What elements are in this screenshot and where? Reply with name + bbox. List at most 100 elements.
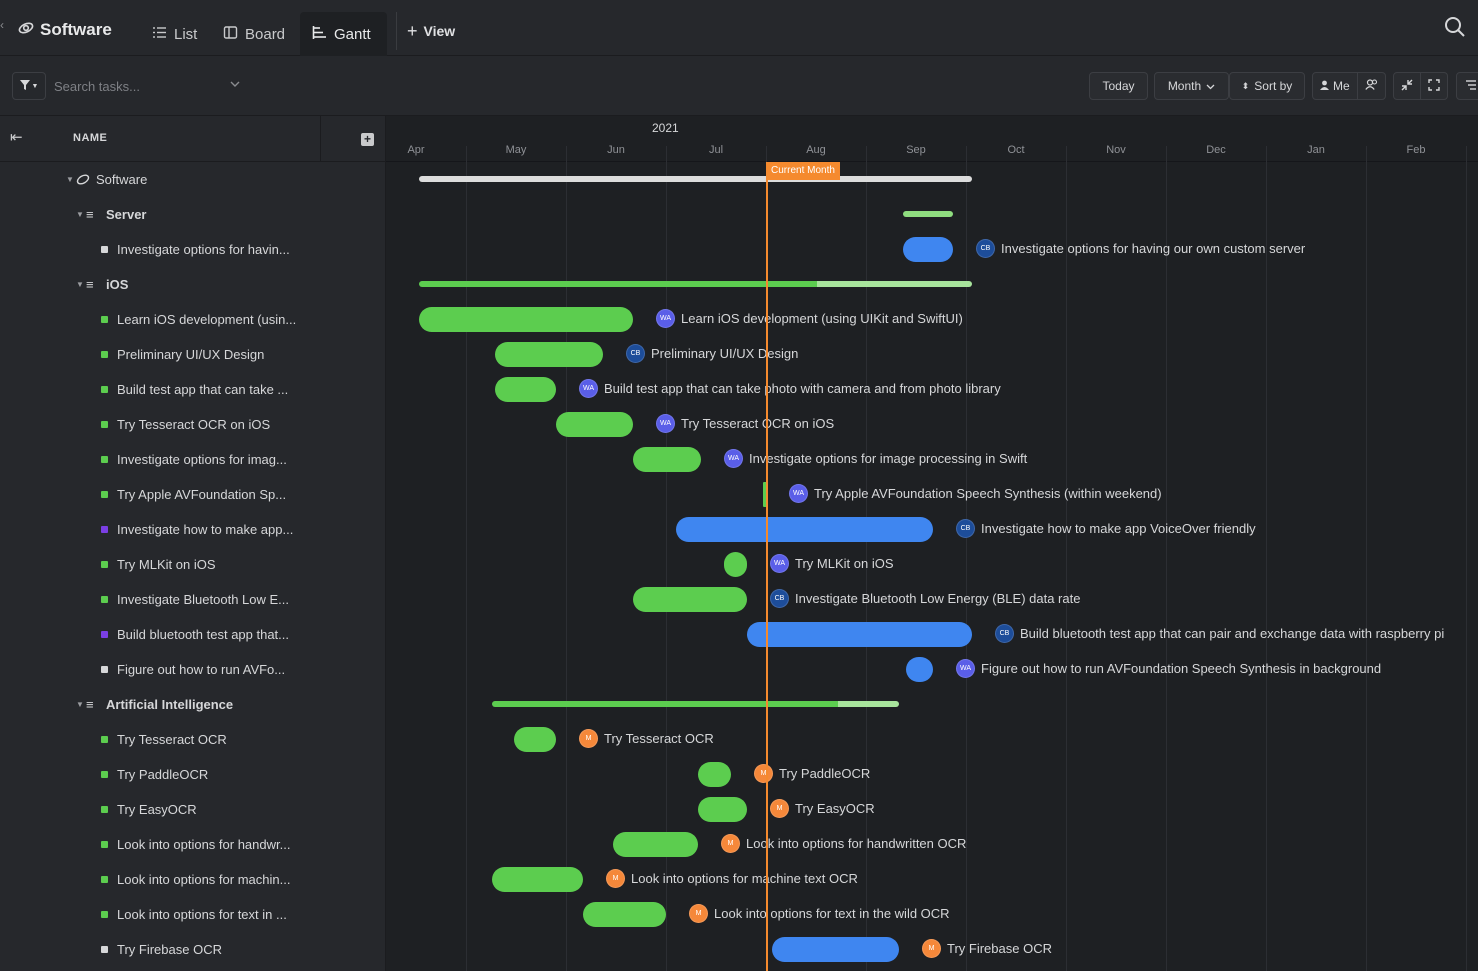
space-row[interactable]: ▼ Software	[0, 162, 386, 197]
name-column-header[interactable]: NAME	[73, 132, 107, 144]
assignee-avatar[interactable]: WA	[656, 414, 675, 433]
task-bar[interactable]	[724, 552, 747, 577]
sort-button[interactable]: ⬍ Sort by	[1229, 72, 1305, 100]
assignee-avatar[interactable]: CB	[770, 589, 789, 608]
task-bar-label[interactable]: M Look into options for text in the wild …	[689, 904, 950, 923]
task-bar-label[interactable]: M Try PaddleOCR	[754, 764, 870, 783]
list-row[interactable]: ▼ ≡ Artificial Intelligence	[0, 687, 386, 722]
task-row[interactable]: Investigate options for havin...	[0, 232, 386, 267]
add-column-icon[interactable]: +	[361, 133, 374, 146]
caret-down-icon[interactable]: ▼	[66, 175, 76, 184]
task-bar[interactable]	[906, 657, 933, 682]
assignee-avatar[interactable]: M	[922, 939, 941, 958]
assignee-avatar[interactable]: CB	[995, 624, 1014, 643]
task-row[interactable]: Preliminary UI/UX Design	[0, 337, 386, 372]
assignee-avatar[interactable]: WA	[770, 554, 789, 573]
search-icon[interactable]	[1444, 16, 1466, 38]
task-row[interactable]: Investigate Bluetooth Low E...	[0, 582, 386, 617]
task-bar-label[interactable]: WA Try Tesseract OCR on iOS	[656, 414, 834, 433]
task-bar[interactable]	[556, 412, 633, 437]
task-bar[interactable]	[583, 902, 666, 927]
task-row[interactable]: Look into options for text in ...	[0, 897, 386, 932]
task-row[interactable]: Try PaddleOCR	[0, 757, 386, 792]
task-row[interactable]: Try Tesseract OCR	[0, 722, 386, 757]
task-row[interactable]: Try Tesseract OCR on iOS	[0, 407, 386, 442]
task-bar[interactable]	[676, 517, 933, 542]
list-progress-bar[interactable]	[419, 281, 972, 287]
assignee-avatar[interactable]: CB	[956, 519, 975, 538]
assignee-avatar[interactable]: WA	[724, 449, 743, 468]
list-progress-bar[interactable]	[492, 701, 899, 707]
assignee-avatar[interactable]: WA	[656, 309, 675, 328]
search-input[interactable]	[54, 78, 214, 94]
task-bar-label[interactable]: WA Figure out how to run AVFoundation Spe…	[956, 659, 1381, 678]
filter-button[interactable]: ▼	[12, 72, 46, 100]
assignee-avatar[interactable]: M	[579, 729, 598, 748]
space-title[interactable]: Software	[18, 20, 112, 40]
task-bar[interactable]	[633, 587, 747, 612]
task-bar-label[interactable]: CB Investigate Bluetooth Low Energy (BLE)…	[770, 589, 1080, 608]
task-bar-label[interactable]: M Try Tesseract OCR	[579, 729, 714, 748]
task-bar[interactable]	[747, 622, 972, 647]
task-bar-label[interactable]: M Look into options for machine text OCR	[606, 869, 858, 888]
add-view-button[interactable]: + View	[396, 12, 455, 50]
caret-down-icon[interactable]: ▼	[76, 700, 86, 709]
expand-all-button[interactable]	[1420, 73, 1447, 99]
task-bar-label[interactable]: WA Learn iOS development (using UIKit and…	[656, 309, 963, 328]
space-progress-bar[interactable]	[419, 176, 972, 182]
task-bar-label[interactable]: CB Build bluetooth test app that can pair…	[995, 624, 1444, 643]
assignee-avatar[interactable]: M	[770, 799, 789, 818]
task-bar-label[interactable]: CB Investigate options for having our own…	[976, 239, 1305, 258]
task-bar[interactable]	[495, 377, 556, 402]
task-bar[interactable]	[492, 867, 583, 892]
today-button[interactable]: Today	[1089, 72, 1148, 100]
assignee-avatar[interactable]: M	[689, 904, 708, 923]
task-bar[interactable]	[772, 937, 899, 962]
assignee-avatar[interactable]: M	[721, 834, 740, 853]
task-row[interactable]: Try Firebase OCR	[0, 932, 386, 967]
task-row[interactable]: Try MLKit on iOS	[0, 547, 386, 582]
task-bar-label[interactable]: M Try EasyOCR	[770, 799, 875, 818]
caret-down-icon[interactable]: ▼	[76, 210, 86, 219]
list-progress-bar[interactable]	[903, 211, 953, 217]
zoom-select[interactable]: Month	[1154, 72, 1229, 100]
task-row[interactable]: Try EasyOCR	[0, 792, 386, 827]
task-bar-label[interactable]: CB Investigate how to make app VoiceOver …	[956, 519, 1256, 538]
task-bar[interactable]	[633, 447, 701, 472]
task-bar-label[interactable]: CB Preliminary UI/UX Design	[626, 344, 798, 363]
task-row[interactable]: Build bluetooth test app that...	[0, 617, 386, 652]
task-bar[interactable]	[698, 797, 747, 822]
caret-down-icon[interactable]: ▼	[76, 280, 86, 289]
task-bar[interactable]	[495, 342, 603, 367]
assignee-avatar[interactable]: CB	[976, 239, 995, 258]
list-row[interactable]: ▼ ≡ Server	[0, 197, 386, 232]
task-bar-label[interactable]: WA Try Apple AVFoundation Speech Synthesi…	[789, 484, 1162, 503]
assignee-avatar[interactable]: CB	[626, 344, 645, 363]
layout-button[interactable]	[1456, 72, 1478, 100]
task-bar-label[interactable]: WA Build test app that can take photo wit…	[579, 379, 1001, 398]
assignee-avatar[interactable]: M	[754, 764, 773, 783]
tab-board[interactable]: Board	[211, 12, 297, 56]
task-row[interactable]: Learn iOS development (usin...	[0, 302, 386, 337]
task-row[interactable]: Look into options for handwr...	[0, 827, 386, 862]
collapse-sidebar-icon[interactable]: ‹	[0, 18, 4, 32]
tab-gantt[interactable]: Gantt	[300, 12, 387, 56]
assignee-avatar[interactable]: WA	[579, 379, 598, 398]
task-row[interactable]: Investigate how to make app...	[0, 512, 386, 547]
task-bar[interactable]	[514, 727, 556, 752]
task-bar[interactable]	[698, 762, 731, 787]
collapse-panel-icon[interactable]: ⇤	[10, 128, 23, 146]
task-bar-label[interactable]: M Try Firebase OCR	[922, 939, 1052, 958]
assignee-avatar[interactable]: WA	[956, 659, 975, 678]
task-bar-label[interactable]: WA Investigate options for image processi…	[724, 449, 1027, 468]
task-row[interactable]: Investigate options for imag...	[0, 442, 386, 477]
task-row[interactable]: Try Apple AVFoundation Sp...	[0, 477, 386, 512]
task-row[interactable]: Build test app that can take ...	[0, 372, 386, 407]
collapse-all-button[interactable]	[1394, 73, 1420, 99]
task-bar-label[interactable]: M Look into options for handwritten OCR	[721, 834, 966, 853]
me-filter-button[interactable]: Me	[1313, 73, 1357, 99]
task-row[interactable]: Figure out how to run AVFo...	[0, 652, 386, 687]
search-tasks-field[interactable]	[46, 72, 246, 100]
list-row[interactable]: ▼ ≡ iOS	[0, 267, 386, 302]
task-bar[interactable]	[613, 832, 698, 857]
